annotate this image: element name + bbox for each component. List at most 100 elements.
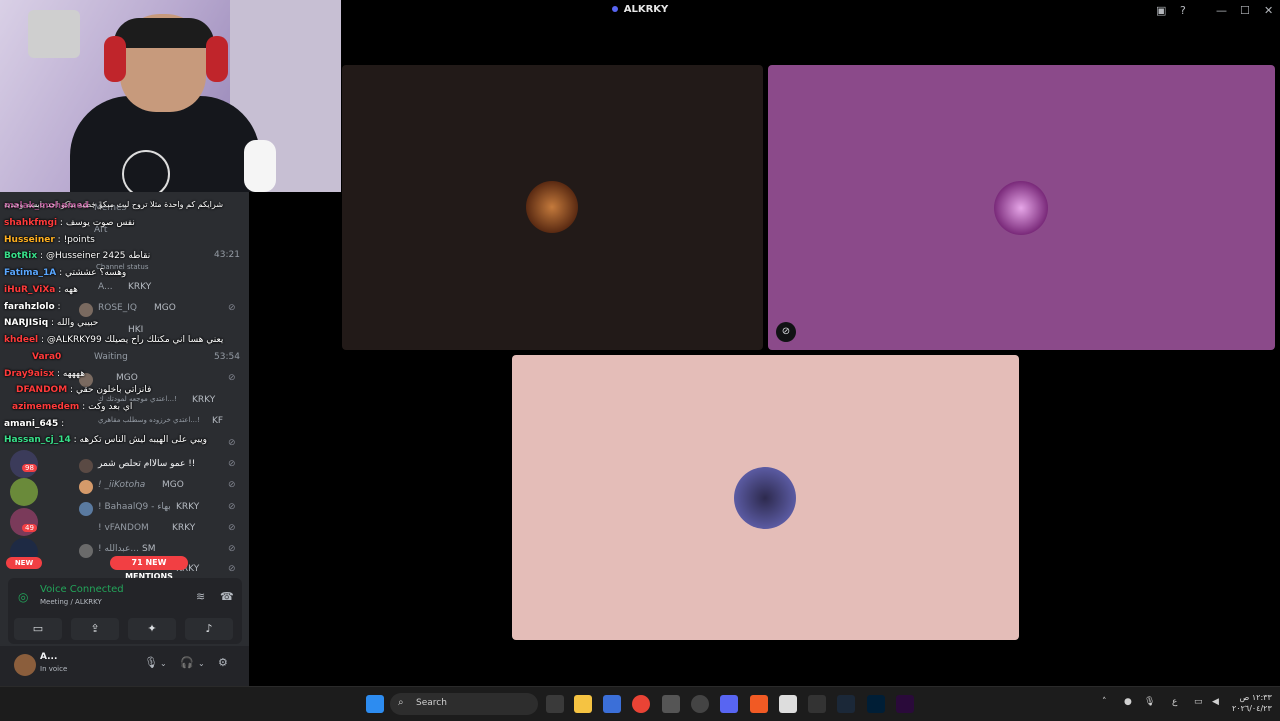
chat-message: NARJISiq : حبيبي والله (4, 318, 99, 328)
avatar (79, 303, 93, 317)
streamer-bandana (114, 18, 214, 48)
webcam-overlay (0, 0, 341, 192)
chat-username: iHuR_ViXa (4, 285, 56, 295)
chat-username: azimemedem (12, 402, 80, 412)
voice-user-row[interactable]: ! _iiKotoha MGO ⊘ (0, 477, 249, 497)
new-server-pill[interactable]: NEW (6, 557, 42, 569)
clan-tag: HKI (128, 325, 144, 335)
minimize-icon[interactable]: — (1216, 4, 1227, 17)
chrome-icon[interactable] (632, 695, 650, 713)
app-icon (611, 6, 618, 12)
gear-icon[interactable]: ⚙ (218, 656, 228, 669)
capcut-icon[interactable] (808, 695, 826, 713)
windows-taskbar: ⌕ Search ˄ ● 🎙 ع ▭ ◀ ١٢:٣٣ ص ٢٠٢٦/٠٤/٢٣ (0, 686, 1280, 721)
voice-user-row[interactable]: ! BahaalQ9 - بهاء KRKY ⊘ (0, 499, 249, 519)
task-view-icon[interactable] (546, 695, 564, 713)
chat-username: Vara0 (32, 352, 62, 362)
chevron-down-icon[interactable]: ⌄ (160, 659, 167, 668)
muted-icon: ⊘ (228, 459, 236, 469)
soundboard-button[interactable]: ♪ (185, 618, 233, 640)
app-icon[interactable] (779, 695, 797, 713)
maximize-icon[interactable]: ☐ (1240, 4, 1250, 17)
channel-timer: 53:54 (214, 352, 240, 362)
chevron-up-icon[interactable]: ˄ (1102, 697, 1107, 707)
chat-username: BotRix (4, 251, 38, 261)
voice-user-row[interactable]: عمو سالاام تحلص شمر !! ⊘ (0, 456, 249, 476)
keyboard-layout-icon[interactable]: ع (1172, 697, 1177, 707)
cast-icon[interactable]: ▣ (1156, 4, 1166, 17)
steam-icon[interactable] (837, 695, 855, 713)
voice-status[interactable]: Voice Connected (40, 584, 124, 595)
disconnect-icon[interactable]: ☎ (220, 590, 234, 603)
network-icon[interactable]: ▭ (1194, 697, 1203, 707)
noise-suppression-icon[interactable]: ≋ (196, 590, 205, 603)
photoshop-icon[interactable] (867, 695, 885, 713)
clan-tag: KRKY (192, 395, 216, 405)
chat-text: ههههه (62, 369, 85, 379)
clan-tag: KRKY (172, 523, 196, 533)
user-name[interactable]: A... (40, 652, 57, 662)
voice-user-row[interactable]: ! vFANDOM KRKY ⊘ (0, 520, 249, 540)
participant-avatar (734, 467, 796, 529)
chat-message: Vara0 (4, 352, 61, 362)
help-icon[interactable]: ? (1180, 4, 1186, 17)
clan-tag: SM (142, 544, 156, 554)
chat-username: DFANDOM (16, 385, 68, 395)
chat-message: farahzlolo : (4, 302, 61, 312)
clan-tag: MGO (162, 480, 184, 490)
app-icon[interactable] (662, 695, 680, 713)
taskbar-search[interactable]: ⌕ Search (390, 693, 538, 715)
channel-label: Waiting (94, 352, 128, 362)
participant-tile-2[interactable]: ⊘ (768, 65, 1275, 350)
chevron-down-icon[interactable]: ⌄ (198, 659, 205, 668)
discord-icon[interactable] (720, 695, 738, 713)
user-panel: A... In voice 🎙 ⌄ 🎧 ⌄ ⚙ (0, 646, 249, 686)
new-mentions-button[interactable]: 71 NEW MENTIONS (110, 556, 188, 581)
voice-user-name: اعتدي خرزوده وسطلب مقاهري...! (98, 416, 200, 424)
muted-icon: ⊘ (228, 502, 236, 512)
premiere-icon[interactable] (896, 695, 914, 713)
store-icon[interactable] (603, 695, 621, 713)
voice-user-name: ! vFANDOM (98, 523, 149, 533)
search-icon: ⌕ (398, 697, 404, 708)
voice-location[interactable]: Meeting / ALKRKY (40, 598, 102, 606)
chat-message: azimemedem : اي بعد وكت (4, 402, 132, 412)
brave-icon[interactable] (750, 695, 768, 713)
chat-text: نفس صوت يوسف (65, 218, 135, 228)
chat-message: BotRix : @Husseiner 2425 نقاطه (4, 251, 151, 261)
activities-button[interactable]: ✦ (128, 618, 176, 640)
screen-share-button[interactable]: ⇪ (71, 618, 119, 640)
participant-tile-1[interactable] (342, 65, 763, 350)
chat-username: farahzlolo (4, 302, 55, 312)
chat-message: Fatima_1A : وهسه؟ عششتي (4, 268, 127, 278)
clock-date: ٢٠٢٦/٠٤/٢٣ (1232, 704, 1272, 713)
muted-icon: ⊘ (228, 438, 236, 448)
camera-off-button[interactable]: ▭ (14, 618, 62, 640)
file-explorer-icon[interactable] (574, 695, 592, 713)
volume-icon[interactable]: ◀ (1212, 697, 1219, 707)
chat-message: malak_mohamed : 1 (4, 201, 104, 211)
headphones-icon (206, 36, 228, 82)
channel-timer: 43:21 (214, 250, 240, 260)
windows-start-icon[interactable] (366, 695, 384, 713)
participant-tile-3[interactable] (512, 355, 1019, 640)
chat-message: Husseiner : !points (4, 235, 95, 245)
chat-message: Hassan_cj_14 : ويبي على الهيبه ليش الناس… (4, 435, 208, 445)
steam-icon[interactable] (691, 695, 709, 713)
close-icon[interactable]: ✕ (1264, 4, 1273, 17)
microphone-icon[interactable]: 🎙 (144, 656, 158, 669)
clan-tag: MGO (116, 373, 138, 383)
avatar[interactable] (14, 654, 36, 676)
microphone-icon[interactable]: 🎙 (1144, 697, 1155, 707)
chat-username: amani_645 (4, 419, 59, 429)
avatar (79, 459, 93, 473)
tray-icon[interactable]: ● (1124, 697, 1132, 707)
search-placeholder: Search (416, 698, 447, 708)
clan-tag: KRKY (176, 502, 200, 512)
taskbar-clock[interactable]: ١٢:٣٣ ص ٢٠٢٦/٠٤/٢٣ (1232, 692, 1272, 714)
chat-message: shahkfmgi : نفس صوت يوسف (4, 218, 135, 228)
headphones-icon (104, 36, 126, 82)
window-title-text: ALKRKY (623, 4, 669, 15)
headphones-icon[interactable]: 🎧 (180, 656, 194, 669)
chat-message: amani_645 : (4, 419, 65, 429)
